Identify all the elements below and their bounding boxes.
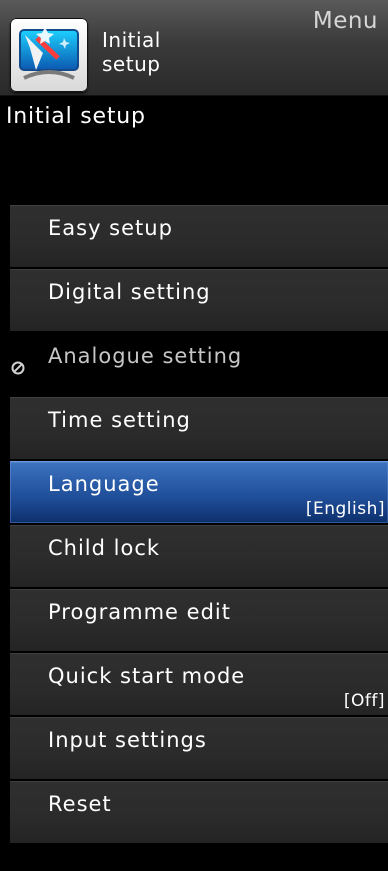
menu-item-child-lock[interactable]: Child lock (10, 525, 388, 587)
menu-item-reset[interactable]: Reset (10, 781, 388, 843)
header-app-label: Initial setup (102, 28, 212, 76)
menu-item-time-setting[interactable]: Time setting (10, 397, 388, 459)
menu-item-digital-setting[interactable]: Digital setting (10, 269, 388, 331)
header-app-label-line2: setup (102, 52, 161, 76)
header-app-label-line1: Initial (102, 28, 161, 52)
menu-item-quick-start-mode[interactable]: Quick start mode [Off] (10, 653, 388, 715)
menu-header: Initial setup Menu (0, 0, 388, 96)
menu-item-label: Quick start mode (48, 664, 246, 688)
not-available-icon (11, 361, 25, 375)
menu-panel: Initial setup Menu Initial setup Easy se… (0, 0, 388, 871)
menu-item-label: Input settings (48, 728, 207, 752)
menu-item-language[interactable]: Language [English] (10, 461, 388, 523)
menu-item-value: [English] (305, 499, 385, 519)
menu-item-label: Programme edit (48, 600, 231, 624)
menu-item-label: Child lock (48, 536, 161, 560)
menu-list: Easy setup Digital setting Analogue sett… (10, 205, 388, 845)
initial-setup-icon (10, 18, 88, 92)
screen-frame: Initial setup Menu Initial setup Easy se… (0, 0, 388, 871)
page-title: Initial setup (6, 104, 146, 129)
menu-item-label: Easy setup (48, 216, 173, 240)
menu-item-programme-edit[interactable]: Programme edit (10, 589, 388, 651)
menu-item-label: Reset (48, 792, 112, 816)
menu-item-label: Time setting (48, 408, 191, 432)
menu-item-label: Digital setting (48, 280, 211, 304)
menu-item-easy-setup[interactable]: Easy setup (10, 205, 388, 267)
menu-item-label: Language (48, 472, 160, 496)
menu-item-analogue-setting: Analogue setting (10, 333, 388, 395)
menu-title: Menu (312, 8, 378, 34)
menu-item-label: Analogue setting (48, 344, 243, 368)
menu-item-value: [Off] (343, 691, 385, 711)
menu-item-input-settings[interactable]: Input settings (10, 717, 388, 779)
